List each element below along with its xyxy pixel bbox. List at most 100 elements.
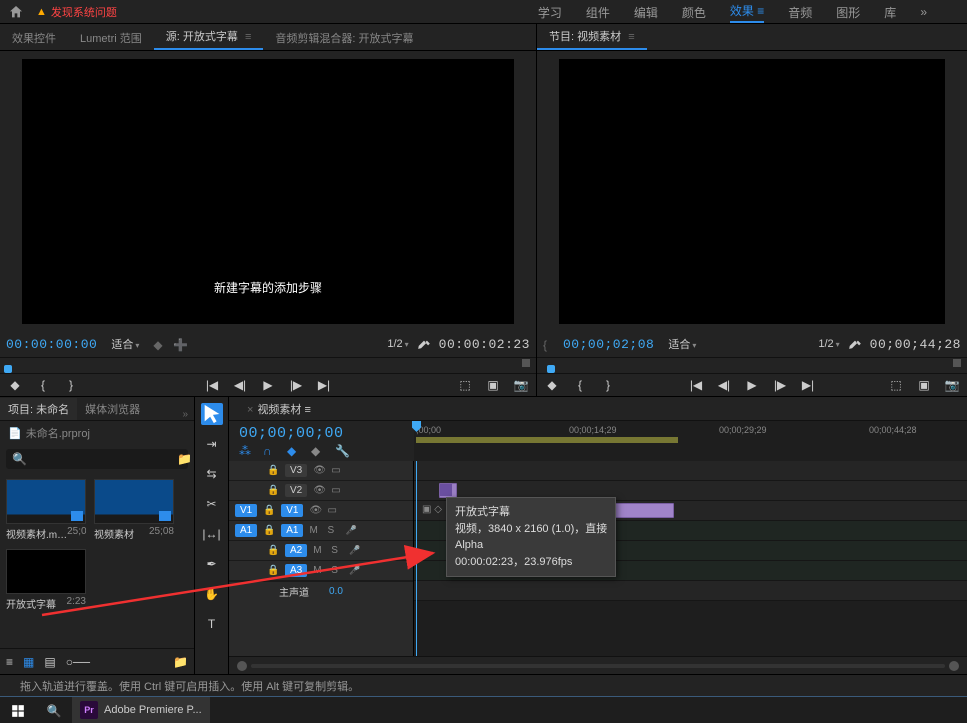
- expand-icon[interactable]: [522, 359, 530, 367]
- snap-icon[interactable]: ⁂: [239, 444, 253, 458]
- step-forward-button[interactable]: |▶: [773, 378, 787, 392]
- mark-in-button[interactable]: {: [573, 378, 587, 392]
- search-button[interactable]: 🔍: [36, 697, 72, 723]
- pen-tool[interactable]: ✒: [201, 553, 223, 575]
- source-tc-out[interactable]: 00:00:02:23: [439, 337, 530, 352]
- tab-lumetri-scopes[interactable]: Lumetri 范围: [68, 26, 154, 50]
- program-tc-current[interactable]: 00;00;02;08: [563, 337, 654, 352]
- source-tc-in[interactable]: 00:00:00:00: [6, 337, 97, 352]
- solo-icon[interactable]: S: [327, 525, 339, 536]
- lock-icon[interactable]: 🔒: [263, 525, 275, 536]
- track-lane-master[interactable]: [414, 581, 967, 601]
- export-frame-button[interactable]: 📷: [514, 378, 528, 392]
- extract-button[interactable]: ▣: [917, 378, 931, 392]
- tab-media-browser[interactable]: 媒体浏览器: [77, 398, 148, 420]
- wrench-icon[interactable]: 🔧: [335, 444, 349, 458]
- taskbar-app-premiere[interactable]: Pr Adobe Premiere P...: [72, 697, 210, 723]
- timeline-ruler[interactable]: ;00;00 00;00;14;29 00;00;29;29 00;00;44;…: [414, 421, 967, 461]
- tab-audio-clip-mixer[interactable]: 音频剪辑混合器: 开放式字幕: [263, 26, 425, 50]
- marker-icon[interactable]: {: [543, 338, 555, 350]
- project-search[interactable]: 🔍 📁: [6, 449, 188, 469]
- mark-out-button[interactable]: }: [601, 378, 615, 392]
- settings-icon[interactable]: [848, 336, 862, 353]
- workspace-tab-color[interactable]: 颜色: [682, 4, 706, 21]
- track-select-tool[interactable]: ⇥: [201, 433, 223, 455]
- tab-effect-controls[interactable]: 效果控件: [0, 26, 68, 50]
- source-time-ruler[interactable]: [0, 357, 536, 373]
- mute-icon[interactable]: M: [313, 565, 325, 576]
- insert-button[interactable]: ⬚: [458, 378, 472, 392]
- linked-selection-icon[interactable]: ∩: [263, 444, 277, 458]
- toggle-output-icon[interactable]: ▭: [331, 465, 343, 476]
- timeline-sequence-tab[interactable]: ×视频素材 ≡: [237, 398, 321, 420]
- program-tc-duration[interactable]: 00;00;44;28: [870, 337, 961, 352]
- program-resolution[interactable]: 1/2▾: [818, 338, 839, 350]
- workspace-tab-assembly[interactable]: 组件: [586, 4, 610, 21]
- tab-program[interactable]: 节目: 视频素材 ≡: [537, 24, 647, 50]
- icon-view-icon[interactable]: ▦: [23, 655, 34, 669]
- lock-icon[interactable]: 🔒: [267, 565, 279, 576]
- add-marker-button[interactable]: ◆: [545, 378, 559, 392]
- mark-out-button[interactable]: }: [64, 378, 78, 392]
- home-icon[interactable]: [8, 4, 24, 20]
- track-header-v2[interactable]: 🔒V2👁▭: [229, 481, 413, 501]
- list-view-icon[interactable]: ≡: [6, 655, 13, 669]
- source-zoom-fit[interactable]: 适合▾: [105, 334, 145, 354]
- lock-icon[interactable]: 🔒: [267, 485, 279, 496]
- workspace-tab-learn[interactable]: 学习: [538, 4, 562, 21]
- mute-icon[interactable]: M: [309, 525, 321, 536]
- workspace-tab-graphics[interactable]: 图形: [836, 4, 860, 21]
- toggle-output-icon[interactable]: ▭: [331, 485, 343, 496]
- timeline-timecode[interactable]: 00;00;00;00: [239, 425, 404, 442]
- program-time-ruler[interactable]: [537, 357, 967, 373]
- workspace-tab-effects[interactable]: 效果 ≡: [730, 2, 764, 23]
- track-header-v3[interactable]: 🔒V3👁▭: [229, 461, 413, 481]
- track-header-v1[interactable]: V1🔒V1👁▭: [229, 501, 413, 521]
- razor-tool[interactable]: ✂: [201, 493, 223, 515]
- system-warning[interactable]: ▲ 发现系统问题: [36, 4, 117, 20]
- goto-out-button[interactable]: ▶|: [317, 378, 331, 392]
- step-back-button[interactable]: ◀|: [233, 378, 247, 392]
- workspace-tab-audio[interactable]: 音频: [788, 4, 812, 21]
- workspace-tab-library[interactable]: 库: [884, 4, 896, 21]
- type-tool[interactable]: T: [201, 613, 223, 635]
- bin-item[interactable]: 视频素材25;08: [94, 479, 174, 541]
- workspace-overflow-icon[interactable]: »: [920, 5, 927, 19]
- zoom-knob-right[interactable]: [949, 661, 959, 671]
- track-content[interactable]: 开放 ▣ ◇ 开放式字幕 视频，3840 x 2160 (1.0)，直接 Alp…: [414, 461, 967, 656]
- program-monitor[interactable]: [559, 59, 945, 324]
- filter-folder-icon[interactable]: 📁: [177, 452, 192, 466]
- bin-item[interactable]: 视频素材.m…25;08: [6, 479, 86, 541]
- track-header-a3[interactable]: 🔒A3MS🎤: [229, 561, 413, 581]
- timeline-zoom-scrollbar[interactable]: [229, 656, 967, 674]
- eye-icon[interactable]: 👁: [313, 485, 325, 496]
- expand-icon[interactable]: [953, 359, 961, 367]
- step-forward-button[interactable]: |▶: [289, 378, 303, 392]
- source-resolution[interactable]: 1/2▾: [387, 338, 408, 350]
- selection-tool[interactable]: [201, 403, 223, 425]
- step-back-button[interactable]: ◀|: [717, 378, 731, 392]
- workspace-tab-edit[interactable]: 编辑: [634, 4, 658, 21]
- track-header-a2[interactable]: 🔒A2MS🎤: [229, 541, 413, 561]
- add-marker-icon[interactable]: ◆: [287, 444, 301, 458]
- panel-overflow-icon[interactable]: »: [182, 409, 194, 420]
- toggle-output-icon[interactable]: ▭: [327, 505, 339, 516]
- track-lane-v3[interactable]: [414, 461, 967, 481]
- freeform-view-icon[interactable]: ▤: [44, 655, 55, 669]
- eye-icon[interactable]: 👁: [309, 505, 321, 516]
- hand-tool[interactable]: ✋: [201, 583, 223, 605]
- solo-icon[interactable]: S: [331, 545, 343, 556]
- start-button[interactable]: [0, 697, 36, 723]
- eye-icon[interactable]: 👁: [313, 465, 325, 476]
- track-header-a1[interactable]: A1🔒A1MS🎤: [229, 521, 413, 541]
- lift-button[interactable]: ⬚: [889, 378, 903, 392]
- program-zoom-fit[interactable]: 适合▾: [662, 334, 702, 354]
- add-marker-button[interactable]: ◆: [8, 378, 22, 392]
- project-search-input[interactable]: [31, 453, 173, 465]
- mark-in-button[interactable]: {: [36, 378, 50, 392]
- ripple-edit-tool[interactable]: ⇆: [201, 463, 223, 485]
- mute-icon[interactable]: M: [313, 545, 325, 556]
- source-playhead[interactable]: [4, 365, 12, 373]
- lock-icon[interactable]: 🔒: [263, 505, 275, 516]
- goto-in-button[interactable]: |◀: [205, 378, 219, 392]
